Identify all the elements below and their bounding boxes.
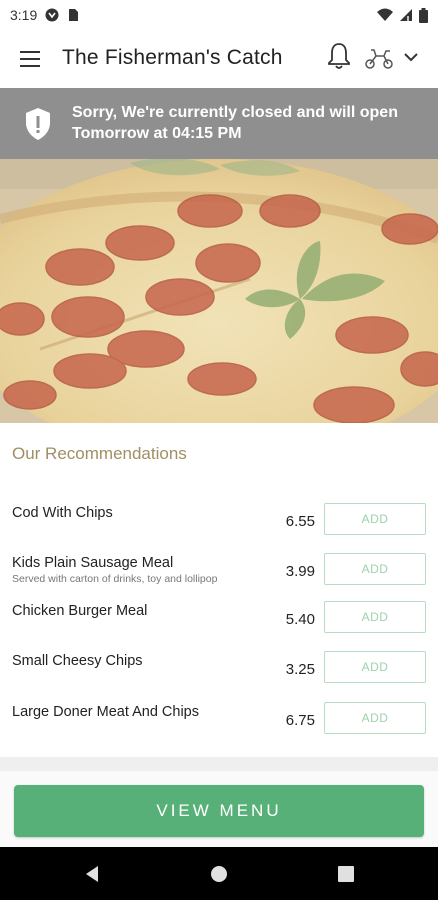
status-left: 3:19 — [10, 7, 79, 23]
restaurant-title: The Fisherman's Catch — [62, 46, 283, 69]
view-menu-button[interactable]: VIEW MENU — [14, 785, 424, 837]
add-button[interactable]: ADD — [324, 601, 426, 633]
menu-item: Cod With Chips 6.55 ADD — [0, 503, 438, 543]
chevron-down-icon[interactable] — [402, 48, 420, 66]
item-name: Large Doner Meat And Chips — [12, 704, 199, 720]
shield-alert-icon — [26, 108, 50, 140]
menu-item: Chicken Burger Meal 5.40 ADD — [0, 601, 438, 641]
menu-icon[interactable] — [20, 49, 42, 69]
add-button[interactable]: ADD — [324, 553, 426, 585]
system-nav-bar — [0, 847, 438, 900]
status-time: 3:19 — [10, 7, 38, 23]
closed-message: Sorry, We're currently closed and will o… — [72, 102, 427, 144]
menu-item: Small Cheesy Chips 3.25 ADD — [0, 651, 438, 691]
recommendations-title: Our Recommendations — [12, 444, 187, 463]
item-price: 6.55 — [285, 513, 315, 530]
add-button[interactable]: ADD — [324, 651, 426, 683]
hero-pizza-image — [0, 159, 438, 423]
item-name: Kids Plain Sausage Meal — [12, 555, 174, 571]
item-price: 5.40 — [285, 611, 315, 628]
status-bar: 3:19 — [0, 0, 438, 30]
battery-icon — [419, 7, 428, 23]
wifi-icon — [377, 8, 393, 21]
item-price: 3.99 — [285, 563, 315, 580]
add-button[interactable]: ADD — [324, 503, 426, 535]
item-name: Small Cheesy Chips — [12, 653, 143, 669]
signal-icon — [400, 9, 412, 21]
menu-item: Large Doner Meat And Chips 6.75 ADD — [0, 702, 438, 742]
status-right — [377, 7, 428, 23]
item-description: Served with carton of drinks, toy and lo… — [12, 573, 218, 585]
add-button[interactable]: ADD — [324, 702, 426, 734]
menu-item: Kids Plain Sausage Meal Served with cart… — [0, 553, 438, 593]
recents-icon[interactable] — [335, 863, 357, 885]
item-price: 6.75 — [285, 712, 315, 729]
item-name: Cod With Chips — [12, 505, 113, 521]
item-name: Chicken Burger Meal — [12, 603, 148, 619]
app-bar: The Fisherman's Catch — [0, 30, 438, 88]
sim-icon — [69, 9, 79, 21]
closed-banner: Sorry, We're currently closed and will o… — [0, 88, 438, 159]
section-divider — [0, 757, 438, 771]
pocket-icon — [45, 8, 59, 22]
scooter-icon[interactable] — [364, 46, 394, 70]
back-icon[interactable] — [81, 863, 103, 885]
closed-message-line1: Sorry, We're currently closed and will o… — [72, 104, 398, 121]
home-icon[interactable] — [208, 863, 230, 885]
pepperoni-pizza-image — [0, 159, 438, 423]
bell-icon[interactable] — [326, 41, 352, 71]
item-price: 3.25 — [285, 661, 315, 678]
closed-message-line2: Tomorrow at 04:15 PM — [72, 125, 242, 142]
